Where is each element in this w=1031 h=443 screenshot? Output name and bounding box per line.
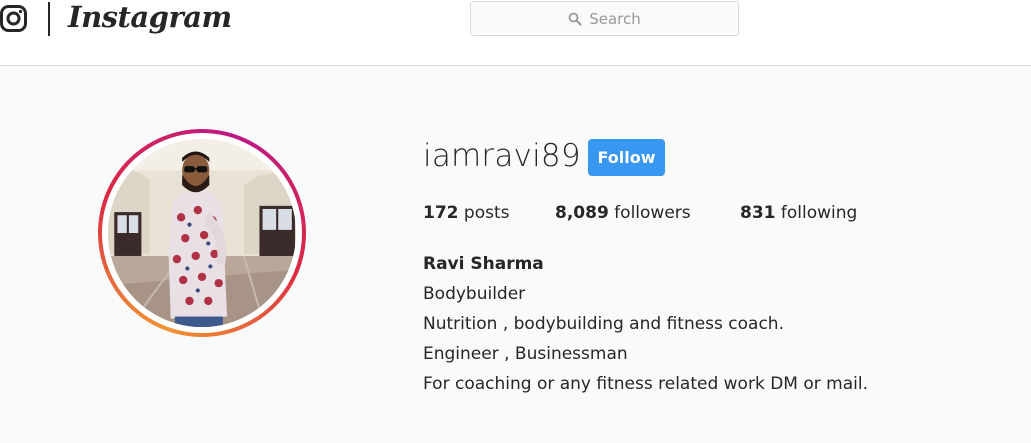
instagram-wordmark[interactable]: Instagram <box>68 0 232 34</box>
instagram-glyph-icon[interactable] <box>0 4 27 33</box>
bio-line: Bodybuilder <box>423 284 526 304</box>
posts-count-stat: 172 posts <box>423 203 509 223</box>
search-icon <box>568 12 582 25</box>
logo-divider <box>48 2 50 36</box>
followers-count-stat[interactable]: 8,089 followers <box>555 203 691 223</box>
following-label: following <box>775 203 858 223</box>
profile-avatar-story-ring[interactable] <box>98 129 306 337</box>
bio-line: Engineer , Businessman <box>423 344 628 364</box>
posts-count: 172 <box>423 203 459 223</box>
top-navigation-bar: Instagram Search <box>0 0 1031 66</box>
avatar-photo <box>108 139 296 327</box>
followers-label: followers <box>608 203 691 223</box>
following-count: 831 <box>740 203 776 223</box>
bio-line: Nutrition , bodybuilding and fitness coa… <box>423 314 784 334</box>
profile-full-name: Ravi Sharma <box>423 254 544 274</box>
bio-line: For coaching or any fitness related work… <box>423 374 868 394</box>
posts-label: posts <box>458 203 510 223</box>
profile-username: iamravi89 <box>423 138 581 174</box>
avatar-border <box>102 133 302 333</box>
avatar <box>108 139 296 327</box>
following-count-stat[interactable]: 831 following <box>740 203 857 223</box>
search-input[interactable]: Search <box>470 1 739 36</box>
followers-count: 8,089 <box>555 203 609 223</box>
follow-button[interactable]: Follow <box>588 139 665 176</box>
search-placeholder: Search <box>589 9 641 28</box>
